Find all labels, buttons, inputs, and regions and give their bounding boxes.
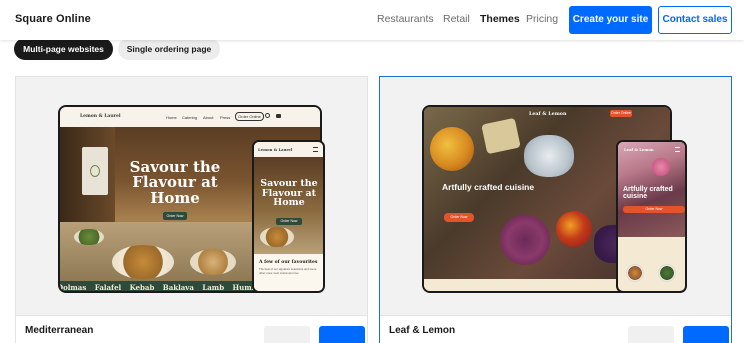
peach-fruit bbox=[430, 127, 474, 171]
mobile-dish bbox=[260, 227, 294, 247]
mobile-favourites-section: A few of our favourites The best of our … bbox=[254, 254, 323, 291]
preview-hero-title: Savour the Flavour at Home bbox=[129, 158, 221, 207]
theme-title: Leaf & Lemon bbox=[389, 325, 456, 336]
olive-logo-icon bbox=[90, 165, 100, 177]
theme-card-leaf-lemon[interactable]: Artfully crafted cuisine Order Now Leaf … bbox=[379, 76, 732, 343]
filter-multi-page[interactable]: Multi-page websites bbox=[14, 38, 113, 60]
mobile-preview: Lemon & Laurel Savour the Flavour at Hom… bbox=[252, 140, 325, 293]
blue-cheese bbox=[524, 135, 574, 177]
salad-dish bbox=[74, 229, 104, 245]
filter-single-ordering[interactable]: Single ordering page bbox=[118, 38, 220, 60]
preview-nav-press: Press bbox=[220, 115, 231, 120]
mobile-navbar: Lemon & Laurel bbox=[254, 142, 323, 157]
preview-order-online: Order Online bbox=[235, 112, 264, 121]
mobile-logo: Lemon & Laurel bbox=[258, 147, 293, 152]
main-dish bbox=[112, 245, 174, 279]
preview-nav-catering: Catering bbox=[182, 115, 198, 120]
preview-hero-title: Artfully crafted cuisine bbox=[442, 182, 535, 192]
mobile-hero-title: Artfully crafted cuisine bbox=[623, 186, 673, 201]
brand-logo[interactable]: Square Online bbox=[15, 13, 91, 25]
preview-search-icon bbox=[265, 113, 270, 118]
marquee-item: Kebab bbox=[129, 283, 155, 292]
nav-pricing[interactable]: Pricing bbox=[526, 13, 558, 25]
card-footer: Leaf & Lemon bbox=[380, 315, 731, 343]
mobile-preview: Leaf & Lemon Artfully crafted cuisine Or… bbox=[616, 140, 687, 293]
card-footer: Mediterranean bbox=[16, 315, 367, 343]
mobile-section-text: The best of our signature selections and… bbox=[259, 267, 317, 275]
theme-card-mediterranean[interactable]: Lemon & Laurel Home Catering About Press… bbox=[15, 76, 368, 343]
select-theme-button[interactable] bbox=[683, 326, 729, 343]
marquee-item: Lamb bbox=[202, 283, 225, 292]
flower bbox=[652, 158, 670, 176]
preview-order-online: Order Online bbox=[610, 110, 632, 117]
preview-logo: Leaf & Lemon bbox=[529, 111, 567, 117]
nav-restaurants[interactable]: Restaurants bbox=[377, 13, 434, 25]
preview-theme-button[interactable] bbox=[628, 326, 674, 343]
mobile-hero-title: Savour the Flavour at Home bbox=[260, 178, 318, 209]
mobile-menu-icon bbox=[313, 147, 318, 152]
mobile-dish-2 bbox=[658, 264, 676, 282]
preview-theme-button[interactable] bbox=[264, 326, 310, 343]
preview-navbar: Leaf & Lemon Order Online bbox=[424, 107, 670, 121]
mobile-menu-icon bbox=[675, 147, 680, 152]
select-theme-button[interactable] bbox=[319, 326, 365, 343]
create-site-button[interactable]: Create your site bbox=[569, 6, 652, 34]
mobile-hero-button: Order Now bbox=[623, 206, 685, 213]
marquee-item: Baklava bbox=[162, 283, 194, 292]
top-header: Square Online Restaurants Retail Themes … bbox=[0, 0, 744, 40]
peach-half bbox=[556, 211, 592, 247]
mobile-hero-image: Leaf & Lemon Artfully crafted cuisine Or… bbox=[618, 142, 685, 237]
side-dish bbox=[190, 249, 236, 275]
marquee-item: Falafel bbox=[94, 283, 122, 292]
preview-nav-home: Home bbox=[166, 115, 177, 120]
nav-themes[interactable]: Themes bbox=[480, 13, 520, 25]
mobile-section-title: A few of our favourites bbox=[259, 260, 318, 265]
plum-bowl bbox=[500, 215, 550, 265]
cheese-wedge bbox=[481, 117, 521, 155]
preview-navbar: Lemon & Laurel Home Catering About Press… bbox=[60, 107, 320, 127]
mobile-hero-button: Order Now bbox=[276, 218, 302, 225]
theme-title: Mediterranean bbox=[25, 325, 94, 336]
mobile-hero-image: Savour the Flavour at Home Order Now bbox=[254, 157, 323, 254]
preview-nav-about: About bbox=[203, 115, 214, 120]
preview-logo: Lemon & Laurel bbox=[80, 114, 121, 119]
preview-cart-icon bbox=[276, 114, 281, 118]
marquee-item: Dolmas bbox=[60, 283, 87, 292]
preview-hero-button: Order Now bbox=[444, 213, 474, 222]
nav-retail[interactable]: Retail bbox=[443, 13, 470, 25]
mobile-logo: Leaf & Lemon bbox=[624, 147, 654, 152]
preview-hero-button: Order Now bbox=[163, 212, 187, 220]
contact-sales-button[interactable]: Contact sales bbox=[658, 6, 732, 34]
mobile-dish-1 bbox=[626, 264, 644, 282]
